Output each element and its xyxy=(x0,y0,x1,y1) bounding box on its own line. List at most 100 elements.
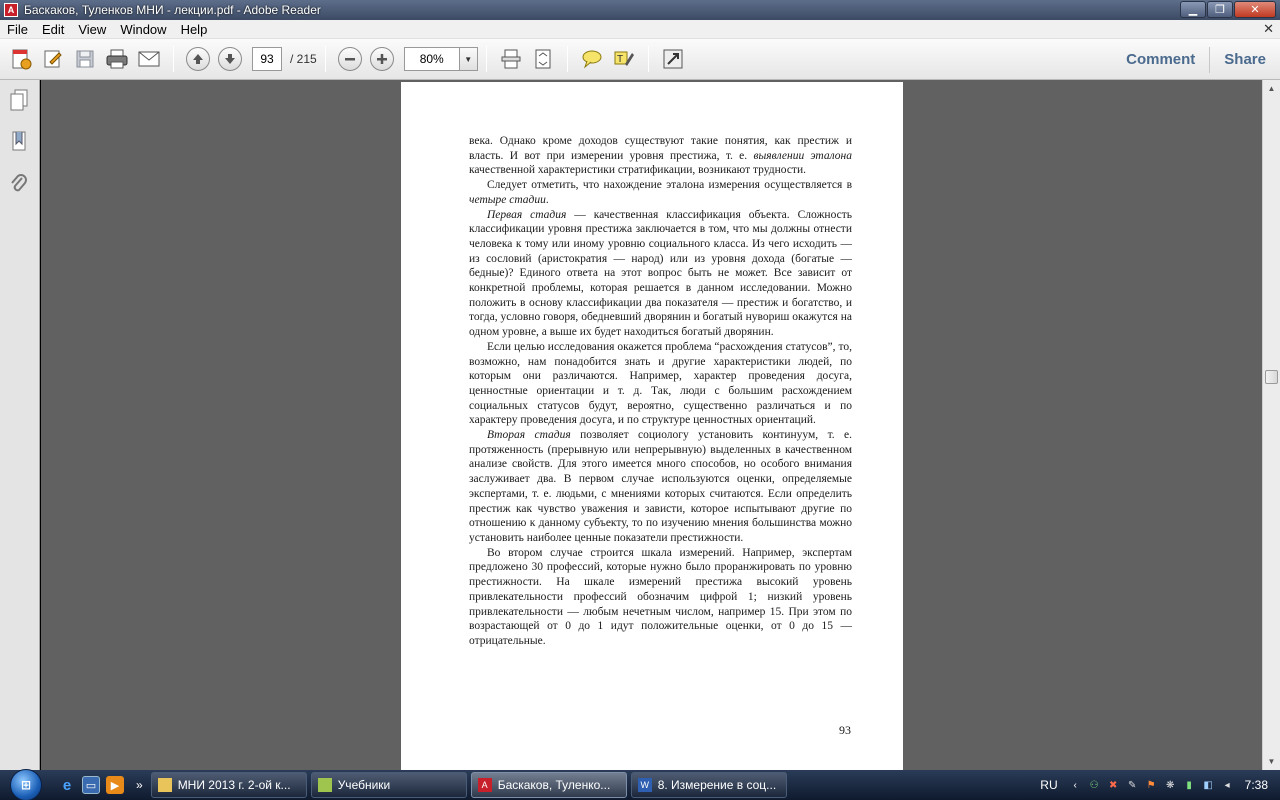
menu-edit[interactable]: Edit xyxy=(35,22,71,37)
sticky-note-icon[interactable] xyxy=(579,46,605,72)
show-desktop-icon[interactable]: ▭ xyxy=(82,776,100,794)
taskbar-button[interactable]: МНИ 2013 г. 2-ой к... xyxy=(150,772,307,798)
bookmarks-icon[interactable] xyxy=(8,130,30,154)
print-icon[interactable] xyxy=(104,46,130,72)
create-pdf-icon[interactable] xyxy=(8,46,34,72)
page-total: / 215 xyxy=(290,52,317,66)
toolbar-right: Comment Share xyxy=(1112,39,1280,80)
toolbar: 93 / 215 80% ▼ T Comment Share xyxy=(0,39,1280,80)
document-paragraph: Во втором случае строится шкала измерени… xyxy=(469,546,852,649)
navigation-pane xyxy=(0,80,40,770)
volume-icon[interactable]: ◂ xyxy=(1220,778,1235,793)
svg-text:T: T xyxy=(617,54,623,65)
window-controls: ▁ ❐ ✕ xyxy=(1180,1,1276,18)
document-paragraph: Первая стадия — качественная классификац… xyxy=(469,208,852,340)
attachments-icon[interactable] xyxy=(8,172,30,196)
scrollbar-thumb[interactable] xyxy=(1265,370,1278,384)
toolbar-separator xyxy=(173,46,174,72)
menu-file[interactable]: File xyxy=(0,22,35,37)
paragraph-text: качественной характеристики стратификаци… xyxy=(469,164,806,177)
italic-text: выявлении эталона xyxy=(753,149,852,162)
pdf-page: века. Однако кроме доходов существуют та… xyxy=(401,82,903,770)
paragraph-text: — качественная классификация объекта. Сл… xyxy=(469,208,852,339)
comment-pane-button[interactable]: Comment xyxy=(1112,51,1209,68)
plus-icon xyxy=(376,54,387,64)
windows-logo-icon: ⊞ xyxy=(10,769,42,800)
toolbar-separator xyxy=(324,46,326,72)
full-screen-icon[interactable] xyxy=(660,46,686,72)
fit-page-icon[interactable] xyxy=(530,46,556,72)
antivirus-icon[interactable]: ✖ xyxy=(1106,778,1121,793)
highlight-text-icon[interactable]: T xyxy=(611,46,637,72)
language-indicator[interactable]: RU xyxy=(1040,778,1057,792)
zoom-select[interactable]: 80% ▼ xyxy=(403,47,478,71)
menu-bar: File Edit View Window Help ✕ xyxy=(0,20,1280,39)
taskbar-button-label: МНИ 2013 г. 2-ой к... xyxy=(177,778,291,792)
taskbar-button[interactable]: W 8. Измерение в соц... xyxy=(630,772,787,798)
italic-text: четыре стадии xyxy=(469,193,546,206)
tools-icon[interactable]: ✎ xyxy=(1125,778,1140,793)
minimize-button[interactable]: ▁ xyxy=(1180,1,1206,18)
email-icon[interactable] xyxy=(136,46,162,72)
document-paragraph: Если целью исследования окажется проблем… xyxy=(469,340,852,428)
taskbar-button-label: Баскаков, Туленко... xyxy=(497,778,611,792)
battery-icon[interactable]: ▮ xyxy=(1182,778,1197,793)
network-icon[interactable]: ⚇ xyxy=(1087,778,1102,793)
wifi-icon[interactable]: ❋ xyxy=(1163,778,1178,793)
page-number-input[interactable]: 93 xyxy=(252,47,282,71)
adobe-reader-icon: A xyxy=(477,778,492,792)
adobe-reader-icon: A xyxy=(4,3,18,17)
window-title: Баскаков, Туленков МНИ - лекции.pdf - Ad… xyxy=(24,3,321,17)
share-pane-button[interactable]: Share xyxy=(1210,51,1280,68)
clock: 7:38 xyxy=(1244,778,1268,792)
menu-view[interactable]: View xyxy=(71,22,113,37)
toolbar-separator xyxy=(485,46,487,72)
scroll-up-icon[interactable]: ▲ xyxy=(1263,80,1280,97)
arrow-up-icon xyxy=(193,54,203,64)
edit-document-icon[interactable] xyxy=(40,46,66,72)
tray-expand-icon[interactable]: ‹ xyxy=(1068,778,1083,793)
document-view[interactable]: века. Однако кроме доходов существуют та… xyxy=(41,80,1262,770)
title-bar: A Баскаков, Туленков МНИ - лекции.pdf - … xyxy=(0,0,1280,20)
italic-text: Первая стадия xyxy=(487,208,567,221)
page-thumbnails-icon[interactable] xyxy=(8,88,30,112)
taskbar-button[interactable]: Учебники xyxy=(310,772,467,798)
menu-help[interactable]: Help xyxy=(174,22,215,37)
flag-icon[interactable]: ⚑ xyxy=(1144,778,1159,793)
maximize-button[interactable]: ❐ xyxy=(1207,1,1233,18)
close-document-button[interactable]: ✕ xyxy=(1263,21,1274,37)
word-icon: W xyxy=(637,778,652,792)
toolbar-separator xyxy=(566,46,568,72)
close-button[interactable]: ✕ xyxy=(1234,1,1276,18)
previous-page-button[interactable] xyxy=(186,47,210,71)
internet-explorer-icon[interactable]: e xyxy=(58,776,76,794)
italic-text: Вторая стадия xyxy=(487,429,571,442)
document-paragraph: Следует отметить, что нахождение эталона… xyxy=(469,178,852,207)
menu-window[interactable]: Window xyxy=(113,22,173,37)
paragraph-text: Если целью исследования окажется проблем… xyxy=(469,340,852,427)
taskbar: ⊞ e ▭ ▶ » МНИ 2013 г. 2-ой к... Учебники… xyxy=(0,769,1280,800)
paragraph-text: позволяет социологу установить континуум… xyxy=(469,429,852,544)
taskbar-buttons: МНИ 2013 г. 2-ой к... Учебники A Баскако… xyxy=(150,772,787,798)
taskbar-button[interactable]: A Баскаков, Туленко... xyxy=(470,772,627,798)
arrow-down-icon xyxy=(225,54,235,64)
vertical-scrollbar[interactable]: ▲ ▼ xyxy=(1262,80,1280,770)
media-player-icon[interactable]: ▶ xyxy=(106,776,124,794)
taskbar-button-label: Учебники xyxy=(337,778,391,792)
folder-icon xyxy=(157,778,172,792)
start-button[interactable]: ⊞ xyxy=(0,769,52,800)
page-text: века. Однако кроме доходов существуют та… xyxy=(469,134,852,649)
zoom-in-button[interactable] xyxy=(369,47,394,71)
chevron-down-icon[interactable]: ▼ xyxy=(459,47,478,71)
paragraph-text: Следует отметить, что нахождение эталона… xyxy=(487,179,852,192)
scroll-down-icon[interactable]: ▼ xyxy=(1263,753,1280,770)
save-icon[interactable] xyxy=(72,46,98,72)
tray-app-icon[interactable]: ◧ xyxy=(1201,778,1216,793)
next-page-button[interactable] xyxy=(218,47,242,71)
zoom-out-button[interactable] xyxy=(337,47,362,71)
scrolling-mode-icon[interactable] xyxy=(498,46,524,72)
zoom-input[interactable]: 80% xyxy=(403,47,460,71)
paragraph-text: . xyxy=(545,193,549,206)
document-paragraph: века. Однако кроме доходов существуют та… xyxy=(469,134,852,178)
quick-launch-more[interactable]: » xyxy=(136,778,143,792)
